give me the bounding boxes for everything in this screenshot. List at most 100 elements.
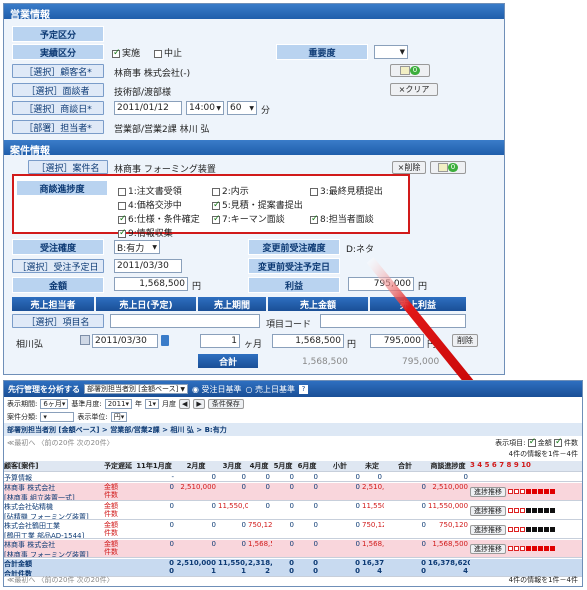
- case-memo-button[interactable]: 0: [430, 161, 466, 174]
- analysis-panel: 先行管理を分析する 部署別担当者別 [金額ベース] ▼ ◉ 受注日基準 ○ 売上日…: [3, 380, 583, 587]
- total-amount: 2,318,620: [248, 559, 272, 567]
- customer-name[interactable]: 株式会社砧精機: [4, 502, 102, 512]
- progress-option[interactable]: 5:見積・提案書提出: [212, 198, 303, 211]
- base-month-select[interactable]: 1 ▾: [145, 398, 160, 409]
- progress-history-button[interactable]: 進捗推移: [470, 486, 506, 497]
- progress-checkbox[interactable]: [118, 201, 126, 210]
- select-customer-button[interactable]: ［選択］顧客名*: [12, 64, 104, 78]
- before-certainty-label: 変更前受注確度: [248, 239, 340, 255]
- order-date-input[interactable]: 2011/03/30: [114, 259, 182, 273]
- jisshi-checkbox[interactable]: [112, 48, 121, 58]
- progress-option-label: 7:キーマン面談: [222, 215, 285, 225]
- progress-history-button[interactable]: 進捗推移: [470, 543, 506, 554]
- customer-name[interactable]: 株式会社鶴田工業: [4, 521, 102, 531]
- grid-header: 顧客[案件] 予定遅延 11年1月度 2月度 3月度 4月度 5月度 6月度 小計 未定 合計 商談進…: [4, 461, 582, 472]
- customer-cell[interactable]: 予算情報: [4, 473, 104, 481]
- customer-memo-button[interactable]: 0: [390, 64, 430, 77]
- radio-sales-date[interactable]: ○ 売上日基準: [246, 384, 296, 395]
- progress-history-button[interactable]: 進捗推移: [470, 505, 506, 516]
- select-case-button[interactable]: ［選択］案件名: [28, 160, 108, 174]
- table-row: 株式会社鶴田工業[鶴田工業 部品AD-1544]金額 件数000750,1200…: [4, 521, 582, 539]
- breadcrumb-text[interactable]: 部署別担当者別 [金額ベース] > 営業部/営業2課 > 相川 弘 > B:有力: [7, 425, 227, 435]
- progress-checkbox[interactable]: [212, 214, 221, 224]
- customer-name[interactable]: 予算情報: [4, 473, 102, 481]
- case-name[interactable]: [鶴田工業 部品AD-1544]: [4, 531, 102, 538]
- order-certainty-select[interactable]: B:有力 ▼: [114, 240, 160, 254]
- case-name[interactable]: [林商事 フォーミング装置]: [4, 550, 102, 557]
- date-input[interactable]: 2011/01/12: [114, 101, 182, 115]
- dept-select[interactable]: 部署別担当者別 [金額ベース] ▼: [84, 384, 188, 394]
- case-name[interactable]: [林商事 組立装置一式]: [4, 493, 102, 500]
- customer-cell[interactable]: 株式会社鶴田工業 [鶴田工業 部品AD-1544]: [4, 521, 104, 538]
- pager-bottom[interactable]: ≪最初へ 〈前の20件 次の20件〉: [7, 575, 114, 585]
- pager-top-row: ≪最初へ 〈前の20件 次の20件〉 表示項目: 金額 件数: [4, 436, 582, 449]
- total-amount: 16,378,620: [428, 559, 470, 567]
- total-amount: 0: [169, 559, 174, 567]
- progress-checkbox[interactable]: [212, 200, 221, 210]
- next-month-button[interactable]: ▶: [193, 398, 205, 409]
- display-amount-checkbox[interactable]: [527, 437, 536, 447]
- amount-unit-select[interactable]: 円 ▾: [110, 411, 128, 422]
- clear-button[interactable]: ×クリア: [390, 83, 438, 96]
- progress-option[interactable]: 1:注文書受領: [118, 184, 182, 197]
- progress-option-label: 3:最終見積提出: [320, 187, 383, 197]
- radio-order-date[interactable]: ◉ 受注日基準: [192, 384, 242, 395]
- progress-option[interactable]: 4:価格交渉中: [118, 198, 182, 211]
- total-amount-label: 合計金額: [4, 560, 32, 568]
- select-order-date-button[interactable]: ［選択］受注予定日: [12, 259, 104, 273]
- progress-history-button[interactable]: 進捗推移: [470, 524, 506, 535]
- jisshi-option[interactable]: 実施: [112, 46, 140, 59]
- progress-checkbox[interactable]: [118, 187, 126, 196]
- help-icon[interactable]: ?: [299, 384, 309, 394]
- progress-cell: 進捗推移: [470, 483, 580, 500]
- time-select[interactable]: 14:00 ▼: [186, 101, 224, 115]
- progress-checkbox[interactable]: [310, 214, 319, 224]
- case-name[interactable]: [砧精機 フォーミング装置]: [4, 512, 102, 519]
- customer-cell[interactable]: 林商事 株式会社 [林商事 フォーミング装置]: [4, 540, 104, 557]
- progress-checkbox[interactable]: [212, 187, 220, 196]
- select-contact-button[interactable]: ［選択］面談者: [12, 83, 104, 97]
- select-item-button[interactable]: ［選択］項目名: [12, 314, 104, 328]
- progress-option[interactable]: 7:キーマン面談: [212, 212, 285, 225]
- calendar-icon[interactable]: [80, 335, 90, 345]
- customer-cell[interactable]: 株式会社砧精機 [砧精機 フォーミング装置]: [4, 502, 104, 519]
- chushi-option[interactable]: 中止: [154, 46, 182, 59]
- progress-option[interactable]: 9:情報収集: [118, 226, 173, 239]
- customer-cell[interactable]: 林商事 株式会社 [林商事 組立装置一式]: [4, 483, 104, 500]
- case-class-select[interactable]: ▾: [40, 411, 75, 422]
- row-date-input[interactable]: 2011/03/30: [92, 334, 158, 348]
- progress-option[interactable]: 8:担当者面談: [310, 212, 374, 225]
- item-name-input[interactable]: [110, 314, 260, 328]
- progress-option[interactable]: 6:仕様・条件確定: [118, 212, 200, 225]
- row-type: 金額 件数: [104, 521, 118, 537]
- row-amount-input[interactable]: 1,568,500: [272, 334, 344, 348]
- row-period-input[interactable]: 1: [200, 334, 240, 348]
- progress-option-label: 4:価格交渉中: [128, 201, 182, 211]
- prev-month-button[interactable]: ◀: [179, 398, 191, 409]
- save-condition-button[interactable]: 条件保存: [207, 398, 244, 409]
- minutes-select[interactable]: 60 ▼: [227, 101, 257, 115]
- order-certainty-value: B:有力: [117, 243, 145, 254]
- pager-top[interactable]: ≪最初へ 〈前の20件 次の20件〉: [7, 438, 114, 448]
- display-items: 表示項目: 金額 件数: [495, 437, 578, 448]
- customer-name[interactable]: 林商事 株式会社: [4, 540, 102, 550]
- memo-icon: [437, 163, 448, 172]
- chushi-checkbox[interactable]: [154, 49, 162, 58]
- delete-case-button[interactable]: ×削除: [392, 161, 426, 174]
- progress-option[interactable]: 2:内示: [212, 184, 249, 197]
- select-owner-button[interactable]: ［部署］担当者*: [12, 120, 104, 134]
- customer-name[interactable]: 林商事 株式会社: [4, 483, 102, 493]
- juyodo-select[interactable]: ▼: [374, 45, 408, 59]
- progress-checkbox[interactable]: [118, 228, 127, 238]
- amount-input[interactable]: 1,568,500: [114, 277, 188, 291]
- display-count-checkbox[interactable]: [554, 437, 563, 447]
- progress-option[interactable]: 3:最終見積提出: [310, 184, 383, 197]
- progress-checkbox[interactable]: [118, 214, 127, 224]
- progress-indicator-icon: [508, 545, 556, 553]
- progress-checkbox[interactable]: [310, 187, 318, 196]
- calendar-icon[interactable]: [161, 335, 169, 346]
- period-select[interactable]: 6ヶ月 ▾: [40, 398, 69, 409]
- select-date-button[interactable]: ［選択］商談日*: [12, 101, 104, 115]
- base-year-select[interactable]: 2011 ▾: [104, 398, 133, 409]
- value-cell: 2,510,000: [432, 483, 468, 491]
